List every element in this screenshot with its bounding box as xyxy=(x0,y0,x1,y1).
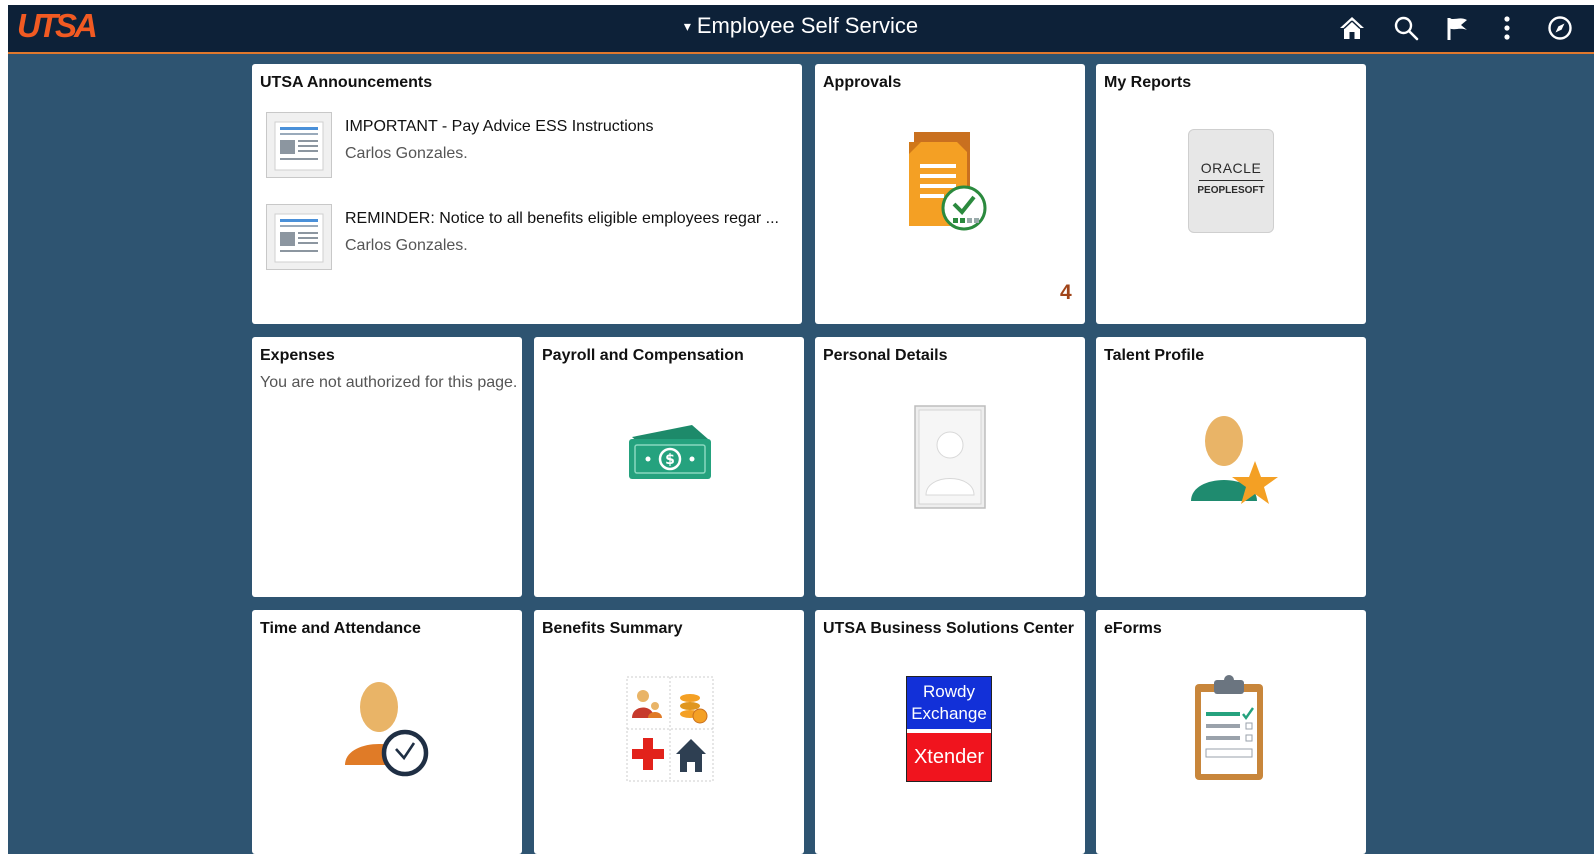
screen-edge xyxy=(0,0,8,854)
tile-benefits-summary[interactable]: Benefits Summary xyxy=(534,610,804,854)
tile-title: My Reports xyxy=(1104,74,1192,91)
tile-eforms[interactable]: eForms xyxy=(1096,610,1366,854)
talent-star-icon xyxy=(1187,403,1279,518)
tile-business-solutions-center[interactable]: UTSA Business Solutions Center Rowdy Exc… xyxy=(815,610,1085,854)
newspaper-icon xyxy=(266,112,332,178)
more-vertical-icon[interactable] xyxy=(1490,11,1524,45)
announcement-author: Carlos Gonzales. xyxy=(345,145,468,162)
rowdy-exchange-xtender-logo: Rowdy Exchange Xtender xyxy=(906,676,992,782)
tile-title: UTSA Announcements xyxy=(260,74,433,91)
tile-approvals[interactable]: Approvals 4 xyxy=(815,64,1085,324)
header-bar: UTSA ▾ Employee Self Service xyxy=(8,5,1594,54)
tile-title: Personal Details xyxy=(823,347,948,364)
tile-title: Expenses xyxy=(260,347,335,364)
tile-message: You are not authorized for this page. xyxy=(260,374,518,391)
tile-expenses[interactable]: Expenses You are not authorized for this… xyxy=(252,337,522,597)
money-icon: $ xyxy=(626,423,712,486)
clipboard-icon xyxy=(1192,674,1266,787)
announcement-title: REMINDER: Notice to all benefits eligibl… xyxy=(345,210,779,227)
announcement-author: Carlos Gonzales. xyxy=(345,237,468,254)
benefits-grid-icon xyxy=(626,676,714,787)
oracle-peoplesoft-logo: ORACLE PEOPLESOFT xyxy=(1188,129,1274,233)
tile-title: Payroll and Compensation xyxy=(542,347,744,364)
tile-personal-details[interactable]: Personal Details xyxy=(815,337,1085,597)
tile-payroll-compensation[interactable]: Payroll and Compensation $ xyxy=(534,337,804,597)
compass-icon[interactable] xyxy=(1543,11,1577,45)
newspaper-icon xyxy=(266,204,332,270)
announcement-item[interactable]: REMINDER: Notice to all benefits eligibl… xyxy=(266,204,779,278)
svg-text:$: $ xyxy=(665,452,675,468)
announcement-title: IMPORTANT - Pay Advice ESS Instructions xyxy=(345,118,654,135)
person-placeholder-icon xyxy=(914,405,986,514)
tile-title: Benefits Summary xyxy=(542,620,683,637)
tile-title: Talent Profile xyxy=(1104,347,1205,364)
home-icon[interactable] xyxy=(1335,11,1369,45)
tile-title: Time and Attendance xyxy=(260,620,421,637)
flag-icon[interactable] xyxy=(1440,11,1474,45)
person-clock-icon xyxy=(343,677,437,788)
tile-time-attendance[interactable]: Time and Attendance xyxy=(252,610,522,854)
tile-my-reports[interactable]: My Reports ORACLE PEOPLESOFT xyxy=(1096,64,1366,324)
announcement-item[interactable]: IMPORTANT - Pay Advice ESS Instructions … xyxy=(266,112,766,186)
page-title: Employee Self Service xyxy=(696,13,919,38)
search-icon[interactable] xyxy=(1389,11,1423,45)
tile-title: Approvals xyxy=(823,74,902,91)
tile-talent-profile[interactable]: Talent Profile xyxy=(1096,337,1366,597)
approvals-document-icon xyxy=(907,130,991,241)
tile-utsa-announcements[interactable]: UTSA Announcements IMPORTANT - Pay Advic… xyxy=(252,64,802,324)
chevron-down-icon: ▾ xyxy=(683,18,691,34)
tile-title: UTSA Business Solutions Center xyxy=(823,620,1074,637)
approvals-count-badge: 4 xyxy=(1060,281,1072,304)
tile-title: eForms xyxy=(1104,620,1162,637)
